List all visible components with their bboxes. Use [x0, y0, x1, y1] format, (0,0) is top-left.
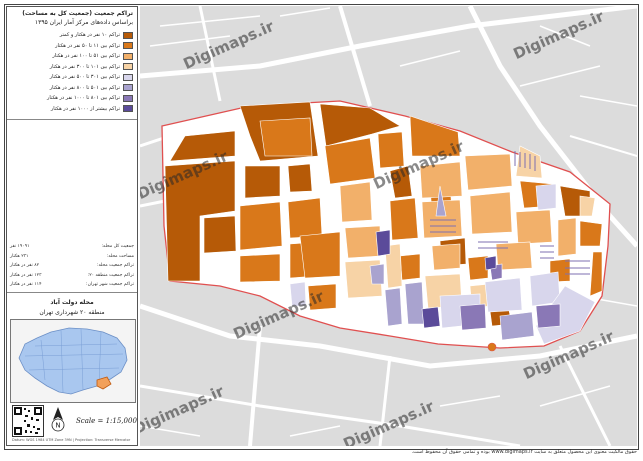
legend-swatch — [123, 84, 133, 91]
stat-value: ۱۹۰۹۱ نفر — [10, 244, 30, 249]
north-label: N — [55, 422, 60, 430]
qr-code — [12, 405, 44, 437]
legend-label: تراکم بیشتر از ۱۰۰۰ نفر در هکتار — [50, 105, 120, 112]
legend-swatch — [123, 105, 133, 112]
main-map[interactable]: Digimaps.ir Digimaps.ir Digimaps.ir Digi… — [140, 6, 637, 446]
neighborhood-name: محله دولت آباد — [50, 299, 94, 306]
legend-swatch — [123, 63, 133, 70]
legend-swatch — [123, 94, 133, 102]
legend-panel: تراکم جمعیت (جمعیت کل به مساحت) براساس د… — [6, 6, 138, 446]
legend-swatch — [123, 52, 133, 60]
stat-value: ۱۱۴ نفر در هکتار — [10, 282, 42, 287]
stat-value: ۸۲ نفر در هکتار — [10, 263, 40, 268]
map-canvas — [140, 6, 637, 446]
stat-row: تراکم جمعیت شهر تهران: ۱۱۴ نفر در هکتار — [10, 282, 134, 291]
tehran-outline — [18, 327, 128, 395]
stat-row: تراکم جمعیت منطقه ۲۰: ۱۲۳ نفر در هکتار — [10, 273, 134, 282]
north-arrow-icon: N — [51, 407, 65, 432]
stat-label: تراکم جمعیت محله: — [96, 263, 134, 268]
legend-swatch — [123, 31, 133, 39]
legend-item: تراکم بین ۳۰۱ تا ۵۰۰ نفر در هکتار — [50, 73, 133, 81]
legend-item: تراکم بیشتر از ۱۰۰۰ نفر در هکتار — [51, 105, 133, 113]
projection-note: Datum: WGS 1984 UTM Zone 39N | Projectio… — [12, 438, 131, 442]
legend-swatch — [123, 73, 133, 81]
copyright-note: حقوق مالکیت معنوی این محصول متعلق به سای… — [411, 449, 637, 455]
map-subtitle: براساس داده‌های مرکز آمار ایران ۱۳۹۵ — [34, 19, 133, 26]
stat-label: مساحت محله: — [106, 253, 134, 259]
legend-swatch — [123, 42, 133, 49]
title-block: تراکم جمعیت (جمعیت کل به مساحت) براساس د… — [7, 7, 137, 120]
legend-label: تراکم بین ۱۱ تا ۵۰ نفر در هکتار — [55, 42, 120, 49]
stat-row: مساحت محله: ۲۳۱ هکتار — [10, 254, 134, 263]
legend-item: تراکم بین ۸۰۱ تا ۱۰۰۰ نفر در هکتار — [47, 94, 133, 102]
stat-value: ۱۲۳ نفر در هکتار — [10, 272, 42, 278]
legend-label: تراکم بین ۵۱ تا ۱۰۰ نفر در هکتار — [52, 53, 120, 59]
stat-row: جمعیت کل محله: ۱۹۰۹۱ نفر — [10, 244, 134, 253]
legend-item: تراکم بین ۱۱ تا ۵۰ نفر در هکتار — [55, 42, 133, 50]
stat-label: تراکم جمعیت منطقه ۲۰: — [87, 272, 134, 278]
legend-item: تراکم بین ۵۱ تا ۱۰۰ نفر در هکتار — [52, 52, 133, 60]
stat-row: تراکم جمعیت محله: ۸۲ نفر در هکتار — [10, 263, 134, 272]
legend-label: تراکم بین ۸۰۱ تا ۱۰۰۰ نفر در هکتار — [47, 95, 120, 101]
legend-item: تراکم ۱۰ نفر در هکتار و کمتر — [60, 31, 133, 39]
stat-label: تراکم جمعیت شهر تهران: — [86, 282, 134, 287]
legend-item: تراکم بین ۵۰۱ تا ۸۰۰ نفر در هکتار — [50, 84, 133, 92]
stat-value: ۲۳۱ هکتار — [10, 253, 29, 259]
legend-label: تراکم بین ۱۰۱ تا ۳۰۰ نفر در هکتار — [49, 63, 120, 70]
legend-label: تراکم بین ۳۰۱ تا ۵۰۰ نفر در هکتار — [49, 74, 120, 80]
place-block: محله دولت آباد منطقه ۲۰ شهرداری تهران — [7, 295, 137, 319]
legend-item: تراکم بین ۱۰۱ تا ۳۰۰ نفر در هکتار — [50, 63, 133, 71]
stat-label: جمعیت کل محله: — [101, 244, 134, 249]
map-title: تراکم جمعیت (جمعیت کل به مساحت) — [22, 10, 133, 17]
map-scale: Scale = 1:15,000 — [76, 417, 137, 425]
stats-block: جمعیت کل محله: ۱۹۰۹۱ نفر مساحت محله: ۲۳۱ هک… — [7, 240, 137, 293]
district-name: منطقه ۲۰ شهرداری تهران — [39, 309, 105, 316]
bottom-block: N Scale = 1:15,000 Datum: WGS 1984 UTM Z… — [10, 403, 137, 445]
legend-label: تراکم ۱۰ نفر در هکتار و کمتر — [59, 32, 120, 38]
locator-inset-map — [10, 319, 136, 403]
legend-label: تراکم بین ۵۰۱ تا ۸۰۰ نفر در هکتار — [49, 84, 120, 91]
